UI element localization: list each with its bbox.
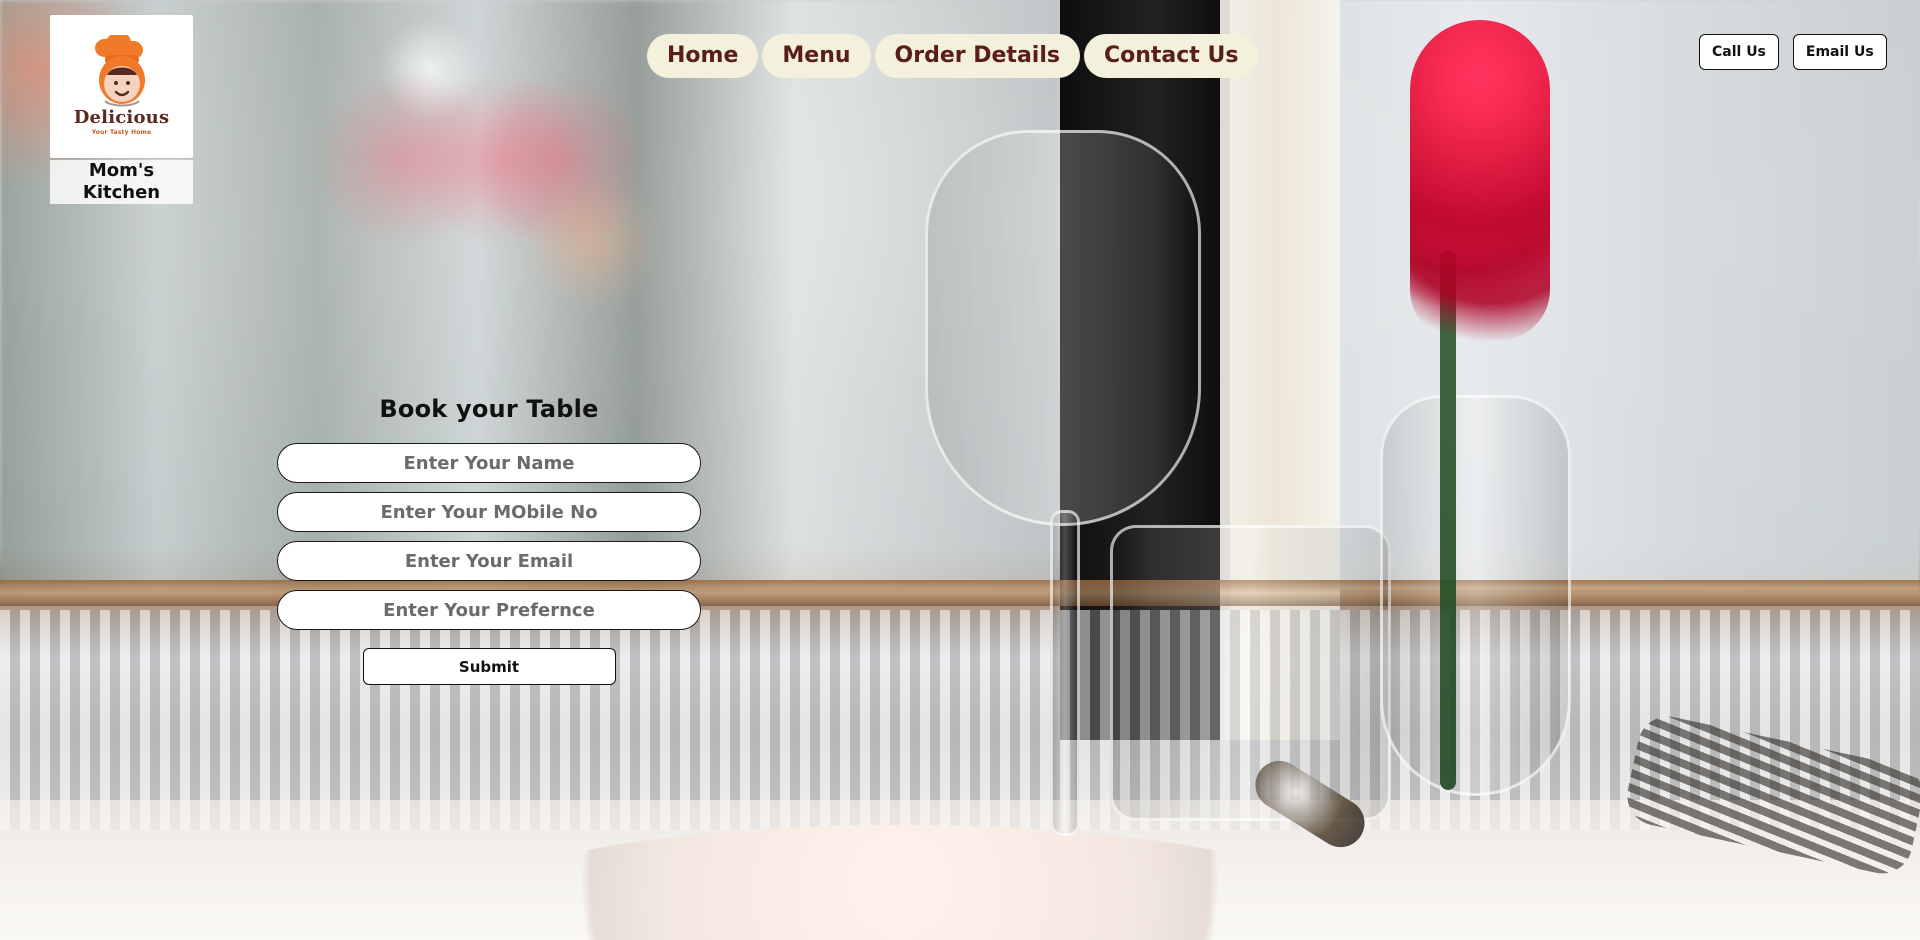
nav-order-details[interactable]: Order Details	[874, 34, 1080, 78]
mobile-input[interactable]	[277, 492, 701, 532]
chef-icon	[95, 35, 145, 107]
background-wine-glass-stem	[1050, 510, 1080, 836]
logo-title: Delicious	[73, 107, 170, 128]
preference-input[interactable]	[277, 590, 701, 630]
primary-navigation: Home Menu Order Details Contact Us	[647, 34, 1259, 78]
brand: Delicious Your Tasty Home Mom's Kitchen	[50, 15, 193, 204]
brand-name[interactable]: Mom's Kitchen	[50, 160, 193, 204]
name-input[interactable]	[277, 443, 701, 483]
submit-button[interactable]: Submit	[362, 648, 616, 685]
nav-menu[interactable]: Menu	[762, 34, 871, 78]
background-wine-glass-bowl	[925, 130, 1201, 526]
top-actions: Call Us Email Us	[1699, 34, 1887, 70]
logo-tagline: Your Tasty Home	[91, 129, 152, 136]
booking-form: Book your Table Submit	[277, 395, 701, 685]
background-tumbler-glass	[1110, 525, 1391, 821]
booking-title: Book your Table	[379, 395, 599, 423]
call-us-button[interactable]: Call Us	[1699, 34, 1779, 70]
nav-contact-us[interactable]: Contact Us	[1083, 34, 1259, 78]
background-red-flower	[1410, 20, 1550, 340]
restaurant-landing-page: Delicious Your Tasty Home Mom's Kitchen …	[0, 0, 1920, 940]
brand-logo[interactable]: Delicious Your Tasty Home	[50, 15, 193, 158]
email-us-button[interactable]: Email Us	[1792, 34, 1887, 70]
email-input[interactable]	[277, 541, 701, 581]
nav-home[interactable]: Home	[647, 34, 759, 78]
background-vase	[1380, 395, 1571, 796]
